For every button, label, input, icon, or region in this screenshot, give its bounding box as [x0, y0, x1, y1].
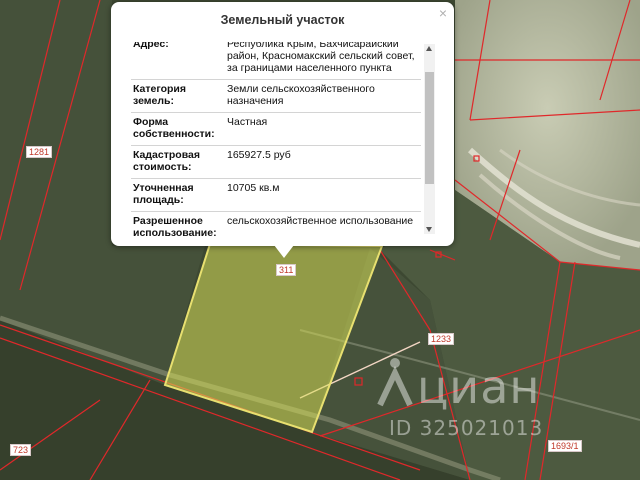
parcel-label-1281[interactable]: 1281: [26, 146, 53, 158]
parcel-label-1233[interactable]: 1233: [428, 333, 455, 345]
watermark-brand: циан: [417, 360, 541, 414]
ownership-label: Форма собственности:: [131, 112, 223, 146]
popup-content[interactable]: Адрес: Республика Крым, Бахчисарайский р…: [131, 42, 424, 238]
row-address: Адрес: Республика Крым, Бахчисарайский р…: [131, 42, 421, 80]
area-label: Уточненная площадь:: [131, 178, 223, 212]
cadastral-value-value: 165927.5 руб: [223, 145, 421, 179]
row-permitted-use: Разрешенное использование: сельскохозяйс…: [131, 211, 421, 238]
parcel-label-311[interactable]: 311: [276, 264, 297, 276]
land-category-value: Земли сельскохозяйственного назначения: [223, 79, 421, 113]
close-icon[interactable]: ×: [439, 5, 447, 21]
row-land-category: Категория земель: Земли сельскохозяйстве…: [131, 79, 421, 113]
ownership-value: Частная: [223, 112, 421, 146]
address-value: Республика Крым, Бахчисарайский район, К…: [223, 42, 421, 80]
parcel-info-popup: Земельный участок × Адрес: Республика Кр…: [111, 2, 454, 246]
watermark-id: ID 325021013: [389, 416, 544, 440]
watermark: циан ID 325021013: [375, 355, 585, 445]
scrollbar-thumb[interactable]: [425, 72, 434, 184]
row-area: Уточненная площадь: 10705 кв.м: [131, 178, 421, 212]
permitted-use-value: сельскохозяйственное использование: [223, 211, 421, 238]
scroll-up-arrow-icon[interactable]: [426, 46, 432, 51]
scroll-down-arrow-icon[interactable]: [426, 227, 432, 232]
popup-pointer: [274, 245, 294, 258]
cian-logo-icon: [377, 358, 413, 407]
permitted-use-label: Разрешенное использование:: [131, 211, 223, 238]
row-ownership: Форма собственности: Частная: [131, 112, 421, 146]
cadastral-value-label: Кадастровая стоимость:: [131, 145, 223, 179]
address-label: Адрес:: [131, 42, 223, 80]
popup-title: Земельный участок: [220, 13, 345, 27]
attribute-table: Адрес: Республика Крым, Бахчисарайский р…: [131, 42, 421, 238]
area-value: 10705 кв.м: [223, 178, 421, 212]
row-cadastral-value: Кадастровая стоимость: 165927.5 руб: [131, 145, 421, 179]
parcel-label-723[interactable]: 723: [10, 444, 32, 456]
popup-scrollbar[interactable]: [424, 44, 435, 234]
land-category-label: Категория земель:: [131, 79, 223, 113]
